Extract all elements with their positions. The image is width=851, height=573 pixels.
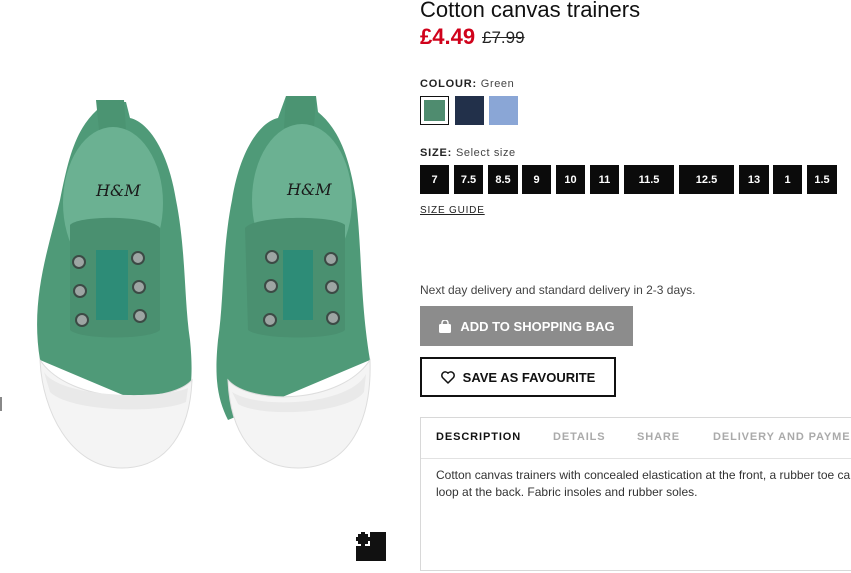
left-shoe: H&M [37, 100, 193, 469]
add-to-bag-label: ADD TO SHOPPING BAG [460, 318, 615, 334]
original-price: £7.99 [482, 28, 525, 47]
tab-share[interactable]: SHARE [637, 431, 680, 443]
expand-icon [356, 532, 370, 546]
swatch-light-blue[interactable] [489, 96, 518, 125]
size-option[interactable]: 7.5 [454, 165, 483, 194]
colour-label-text: COLOUR: [420, 78, 477, 90]
size-label-text: SIZE: [420, 147, 453, 159]
sale-price: £4.49 [420, 24, 476, 49]
size-option[interactable]: 12.5 [679, 165, 734, 194]
trainers-image: H&M H&M [37, 96, 371, 469]
right-shoe: H&M [216, 96, 371, 469]
swatch-fill [455, 96, 484, 125]
product-info-tabs: DESCRIPTION DETAILS SHARE DELIVERY AND P… [420, 417, 851, 571]
size-placeholder: Select size [455, 147, 516, 159]
hm-logo-left: H&M [95, 181, 141, 200]
size-option[interactable]: 7 [420, 165, 449, 194]
size-option[interactable]: 13 [739, 165, 769, 194]
size-guide-link[interactable]: SIZE GUIDE [420, 205, 485, 216]
product-title: Cotton canvas trainers [420, 0, 641, 22]
product-image[interactable]: H&M H&M [0, 0, 400, 573]
tabs-header: DESCRIPTION DETAILS SHARE DELIVERY AND P… [421, 418, 851, 459]
colour-selected-value: Green [480, 78, 515, 90]
swatch-fill [424, 100, 445, 121]
swatch-fill [489, 96, 518, 125]
size-option[interactable]: 10 [556, 165, 585, 194]
size-option[interactable]: 1 [773, 165, 802, 194]
fullscreen-button[interactable] [356, 532, 386, 561]
colour-label: COLOUR: Green [420, 78, 514, 90]
size-option[interactable]: 11.5 [624, 165, 674, 194]
size-option[interactable]: 8.5 [488, 165, 518, 194]
swatch-dark-blue[interactable] [455, 96, 484, 125]
hm-logo-right: H&M [286, 180, 332, 199]
swatch-green[interactable] [420, 96, 449, 125]
save-favourite-button[interactable]: SAVE AS FAVOURITE [420, 357, 616, 397]
delivery-info: Next day delivery and standard delivery … [420, 283, 696, 297]
add-to-bag-button[interactable]: ADD TO SHOPPING BAG [420, 306, 633, 346]
size-option[interactable]: 11 [590, 165, 619, 194]
size-option[interactable]: 1.5 [807, 165, 837, 194]
save-favourite-label: SAVE AS FAVOURITE [462, 369, 596, 385]
size-option[interactable]: 9 [522, 165, 551, 194]
tab-description[interactable]: DESCRIPTION [436, 431, 521, 443]
tab-delivery-payment[interactable]: DELIVERY AND PAYMEN [713, 431, 851, 443]
carousel-edge [0, 397, 2, 411]
tab-details[interactable]: DETAILS [553, 431, 606, 443]
heart-icon [440, 370, 455, 384]
shopping-bag-icon [439, 319, 452, 333]
size-label: SIZE: Select size [420, 147, 516, 159]
description-text: Cotton canvas trainers with concealed el… [436, 468, 851, 499]
